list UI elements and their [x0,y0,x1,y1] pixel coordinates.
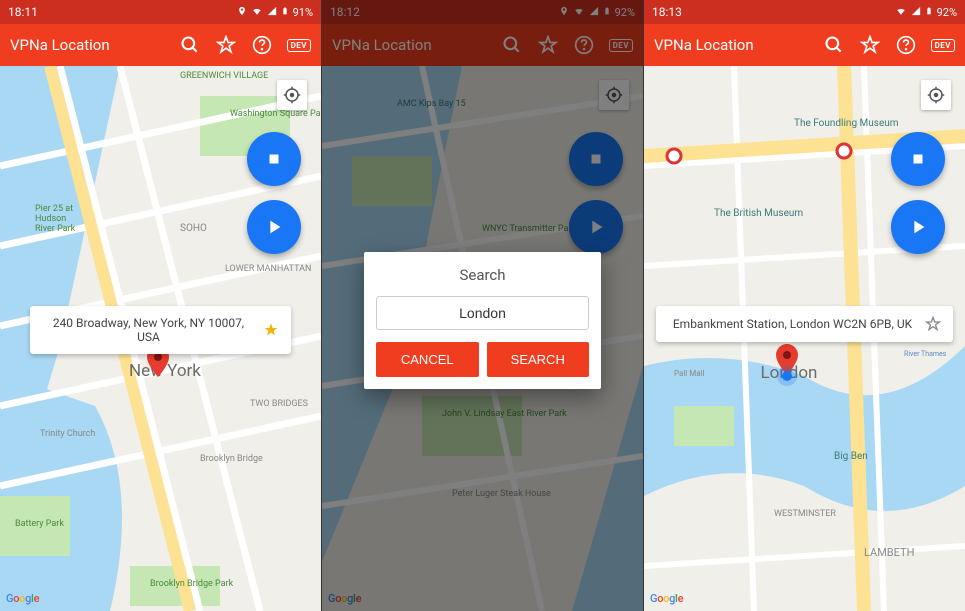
callout-address: 240 Broadway, New York, NY 10007, USA [42,316,255,344]
status-time: 18:11 [8,5,38,19]
wifi-icon [895,6,907,19]
play-button[interactable] [247,200,301,254]
favorite-icon[interactable] [859,34,881,56]
star-icon[interactable] [925,316,941,332]
overlay-statusbar [322,0,643,24]
svg-text:LAMBETH: LAMBETH [864,546,914,559]
search-dialog: Search CANCEL SEARCH [364,252,601,389]
search-icon[interactable] [179,34,201,56]
google-logo: Google [6,592,39,605]
location-icon [237,6,247,19]
status-bar: 18:13 92% [644,0,965,24]
svg-text:Peter Luger Steak House: Peter Luger Steak House [452,489,551,499]
svg-text:The British Museum: The British Museum [714,208,803,219]
phone-screen-2: 18:12 92% VPNa Location DEV AMC Kips Bay… [322,0,643,611]
help-icon[interactable] [895,34,917,56]
map[interactable]: London The British Museum The Foundling … [644,66,965,611]
search-icon[interactable] [823,34,845,56]
google-logo: Google [328,592,361,605]
search-input[interactable] [376,296,589,330]
dialog-title: Search [376,266,589,284]
app-title: VPNa Location [654,36,823,54]
svg-text:LOWER MANHATTAN: LOWER MANHATTAN [225,264,311,274]
status-time: 18:13 [652,5,682,19]
callout-address: Embankment Station, London WC2N 6PB, UK [668,317,917,331]
map[interactable]: New York SOHO GREENWICH VILLAGE Washingt… [0,66,321,611]
svg-text:Hudson: Hudson [35,214,66,224]
svg-text:WESTMINSTER: WESTMINSTER [774,509,836,519]
location-callout[interactable]: 240 Broadway, New York, NY 10007, USA [30,306,291,354]
svg-text:Pier 25 at: Pier 25 at [35,204,73,214]
wifi-icon [251,6,263,19]
svg-text:The Foundling Museum: The Foundling Museum [794,118,899,129]
status-icons: 91% [237,5,313,20]
dev-badge[interactable]: DEV [287,39,311,52]
svg-text:GREENWICH VILLAGE: GREENWICH VILLAGE [180,71,268,81]
stop-button[interactable] [891,132,945,186]
locate-button[interactable] [599,80,629,110]
svg-text:AMC Kips Bay 15: AMC Kips Bay 15 [397,99,466,109]
location-callout[interactable]: Embankment Station, London WC2N 6PB, UK [656,306,953,342]
battery-pct: 92% [937,6,957,19]
locate-button[interactable] [277,80,307,110]
svg-text:River Thames: River Thames [904,350,947,358]
svg-text:Big Ben: Big Ben [834,451,868,462]
locate-button[interactable] [921,80,951,110]
stop-button[interactable] [247,132,301,186]
play-button[interactable] [569,200,623,254]
svg-text:SOHO: SOHO [180,223,207,234]
app-title: VPNa Location [10,36,179,54]
favorite-icon[interactable] [215,34,237,56]
svg-text:Trinity Church: Trinity Church [40,429,95,439]
status-icons: 92% [895,5,957,20]
star-icon[interactable] [263,322,279,338]
svg-text:Battery Park: Battery Park [15,519,64,529]
play-button[interactable] [891,200,945,254]
stop-button[interactable] [569,132,623,186]
search-button[interactable]: SEARCH [487,342,590,377]
svg-text:Brooklyn Bridge: Brooklyn Bridge [200,454,263,464]
dev-badge[interactable]: DEV [931,39,955,52]
app-bar: VPNa Location DEV [644,24,965,66]
overlay-appbar [322,24,643,66]
battery-icon [925,5,933,20]
svg-text:TWO BRIDGES: TWO BRIDGES [250,399,308,409]
svg-text:Brooklyn Bridge Park: Brooklyn Bridge Park [150,579,234,589]
phone-screen-1: 18:11 91% VPNa Location [0,0,321,611]
app-bar: VPNa Location DEV [0,24,321,66]
google-logo: Google [650,592,683,605]
battery-icon [281,5,289,20]
svg-text:Pall Mall: Pall Mall [674,369,705,378]
signal-icon [267,6,277,19]
svg-text:John V. Lindsay East River Par: John V. Lindsay East River Park [442,409,567,419]
battery-pct: 91% [293,6,313,19]
cancel-button[interactable]: CANCEL [376,342,479,377]
phone-screen-3: 18:13 92% VPNa Location DEV London Th [644,0,965,611]
svg-text:River Park: River Park [35,224,76,234]
svg-text:Washington Square Park: Washington Square Park [230,109,321,119]
svg-text:WNYC Transmitter Park: WNYC Transmitter Park [482,224,576,234]
status-bar: 18:11 91% [0,0,321,24]
signal-icon [911,6,921,19]
help-icon[interactable] [251,34,273,56]
